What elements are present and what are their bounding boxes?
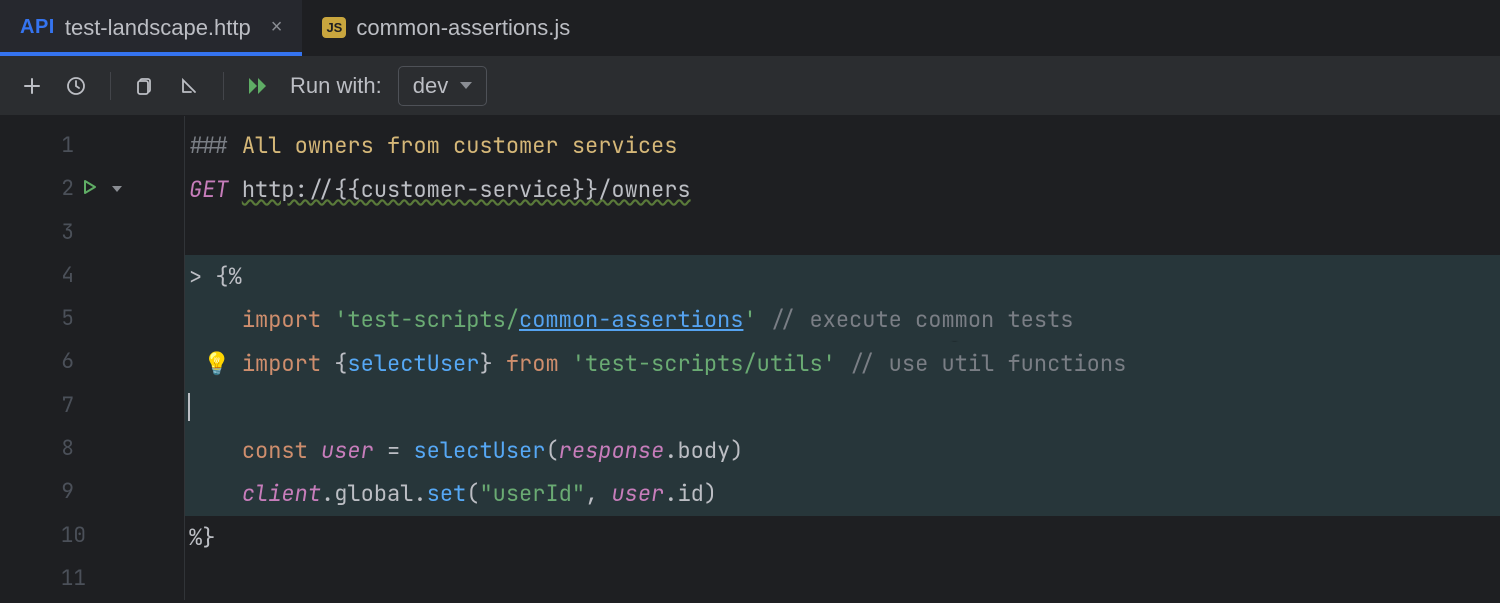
intention-bulb-icon[interactable]: 💡 xyxy=(203,349,230,378)
add-request-button[interactable] xyxy=(12,66,52,106)
gutter-line: 5 xyxy=(0,297,184,340)
string: 'test-scripts/utils' xyxy=(572,349,836,378)
code-area[interactable]: ### All owners from customer services GE… xyxy=(185,116,1500,600)
api-file-icon: API xyxy=(20,16,55,39)
tab-label: common-assertions.js xyxy=(356,15,570,41)
identifier: client xyxy=(242,479,321,508)
identifier: user xyxy=(611,479,664,508)
code-line-caret xyxy=(185,385,1500,429)
chevron-down-icon[interactable] xyxy=(112,186,122,192)
variable: user xyxy=(321,436,374,465)
code-line: import 'test-scripts/common-assertions' … xyxy=(185,298,1500,342)
plus-icon xyxy=(22,76,42,96)
environment-value: dev xyxy=(413,73,448,99)
line-number: 2 xyxy=(61,175,74,202)
string: 'test-scripts/ xyxy=(334,305,519,334)
editor-tabs: API test-landscape.http × JS common-asse… xyxy=(0,0,1500,56)
code-line: const user = selectUser(response.body) xyxy=(185,429,1500,473)
property: .global. xyxy=(321,479,427,508)
clock-icon xyxy=(66,76,86,96)
property: .body) xyxy=(664,436,743,465)
text-caret xyxy=(188,393,190,421)
gutter-line: 10 xyxy=(0,513,184,556)
import-link[interactable]: common-assertions xyxy=(519,305,743,334)
section-marker: ### xyxy=(189,131,242,160)
keyword: from xyxy=(506,349,559,378)
comment: // execute common tests xyxy=(770,305,1074,334)
code-line: %} xyxy=(185,516,1500,560)
toolbar-divider xyxy=(223,72,224,100)
paren: ( xyxy=(466,479,479,508)
code-line: client.global.set("userId", user.id) xyxy=(185,472,1500,516)
operator: = xyxy=(374,436,414,465)
code-line: > {% xyxy=(185,255,1500,299)
run-all-button[interactable] xyxy=(238,66,278,106)
paren: ( xyxy=(545,436,558,465)
identifier: selectUser xyxy=(347,349,479,378)
tab-common-assertions[interactable]: JS common-assertions.js xyxy=(302,0,590,55)
script-open: > {% xyxy=(189,262,242,291)
http-url[interactable]: http://{{customer-service}}/owners xyxy=(242,175,691,204)
brace: } xyxy=(479,349,492,378)
gutter-line: 3 xyxy=(0,211,184,254)
func-call: selectUser xyxy=(413,436,545,465)
environment-select[interactable]: dev xyxy=(398,66,487,106)
import-icon xyxy=(179,76,199,96)
import-button[interactable] xyxy=(169,66,209,106)
tab-test-landscape[interactable]: API test-landscape.http × xyxy=(0,0,302,55)
section-title: All owners from customer services xyxy=(242,131,678,160)
history-button[interactable] xyxy=(56,66,96,106)
property: .id) xyxy=(664,479,717,508)
http-toolbar: Run with: dev xyxy=(0,56,1500,116)
examples-button[interactable] xyxy=(125,66,165,106)
gutter-line: 8 xyxy=(0,427,184,470)
double-play-icon xyxy=(247,76,269,96)
js-file-icon: JS xyxy=(322,17,346,38)
code-line xyxy=(185,211,1500,255)
run-with-label: Run with: xyxy=(290,73,382,99)
comment: // use util functions xyxy=(849,349,1126,378)
gutter-line: 1 xyxy=(0,124,184,167)
run-gutter-icon[interactable] xyxy=(82,175,98,202)
toolbar-divider xyxy=(110,72,111,100)
script-close: %} xyxy=(189,523,215,552)
gutter-line: 9 xyxy=(0,470,184,513)
identifier: response xyxy=(559,436,665,465)
gutter-line: 2 xyxy=(0,167,184,210)
keyword: import xyxy=(242,349,321,378)
gutter-line: 11 xyxy=(0,557,184,600)
method: set xyxy=(427,479,467,508)
code-line: GET http://{{customer-service}}/owners xyxy=(185,168,1500,212)
code-line xyxy=(185,559,1500,603)
http-method: GET xyxy=(189,175,229,204)
code-line: ### All owners from customer services xyxy=(185,124,1500,168)
close-icon[interactable]: × xyxy=(271,16,283,39)
keyword: const xyxy=(242,436,308,465)
keyword: import xyxy=(242,305,321,334)
gutter-line: 7 xyxy=(0,384,184,427)
gutter-line: 6 xyxy=(0,340,184,383)
code-line: 💡 import {selectUser} from 'test-scripts… xyxy=(185,342,1500,386)
chevron-down-icon xyxy=(460,82,472,89)
code-editor[interactable]: 1 2 3 4 5 6 7 8 9 10 11 ### All owners f… xyxy=(0,116,1500,600)
string: ' xyxy=(743,305,756,334)
brace: { xyxy=(334,349,347,378)
tab-label: test-landscape.http xyxy=(65,15,251,41)
gutter-line: 4 xyxy=(0,254,184,297)
line-gutter: 1 2 3 4 5 6 7 8 9 10 11 xyxy=(0,116,185,600)
string: "userId" xyxy=(479,479,585,508)
copy-icon xyxy=(135,76,155,96)
comma: , xyxy=(585,479,611,508)
